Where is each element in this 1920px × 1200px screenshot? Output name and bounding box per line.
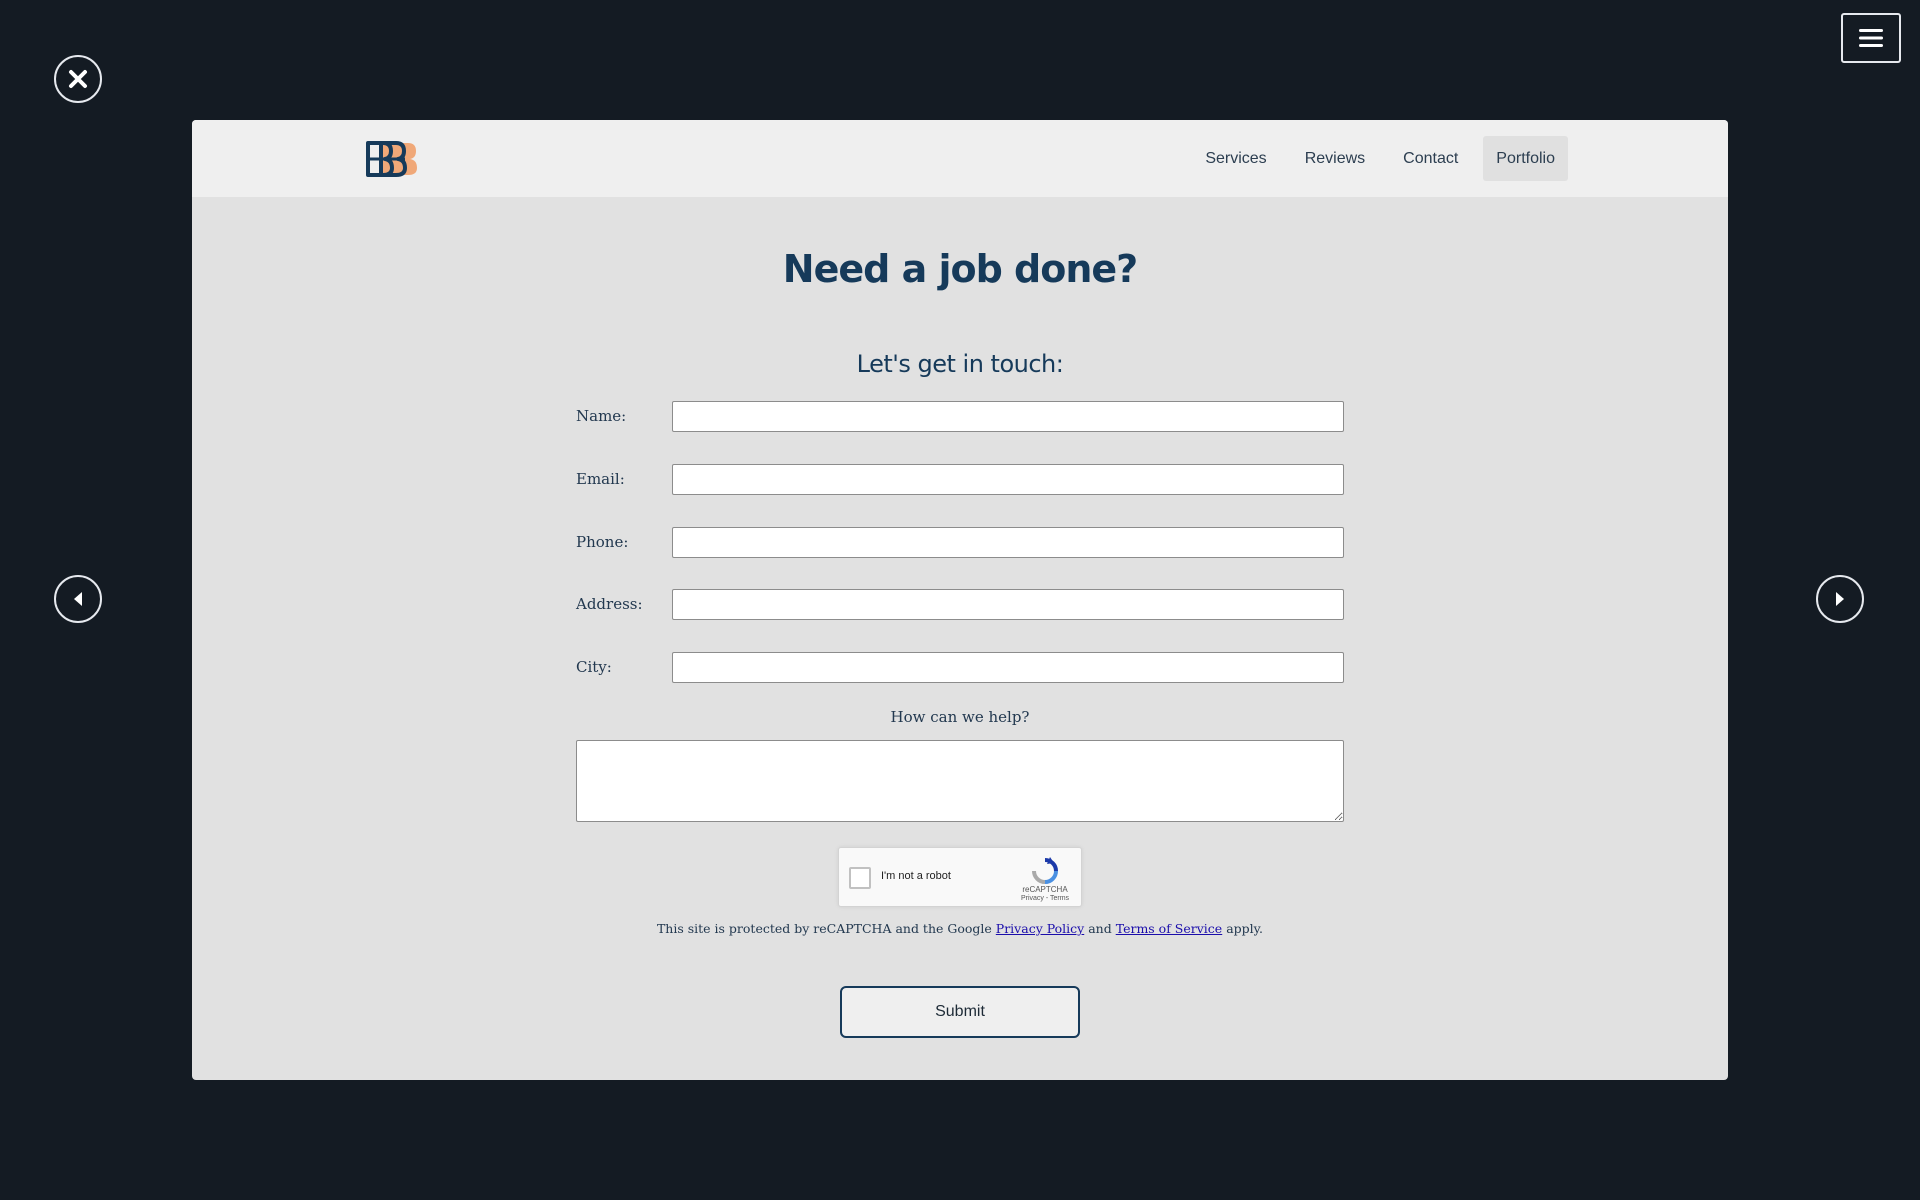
form-subtitle: Let's get in touch: [856, 350, 1064, 378]
site-logo[interactable] [366, 139, 418, 183]
phone-input[interactable] [672, 527, 1344, 558]
bb-logo-icon [366, 141, 417, 177]
recaptcha-label: I'm not a robot [881, 870, 951, 882]
previous-slide-button[interactable] [54, 575, 102, 623]
close-icon [69, 70, 87, 88]
address-input[interactable] [672, 589, 1344, 620]
close-button[interactable] [54, 55, 102, 103]
phone-label: Phone: [576, 533, 629, 551]
recaptcha-widget: I'm not a robot reCAPTCHA Privacy - Term… [838, 847, 1082, 907]
page-title: Need a job done? [782, 247, 1138, 291]
menu-button[interactable] [1841, 13, 1901, 63]
lightbox-page-preview: Services Reviews Contact Portfolio Need … [192, 120, 1728, 1080]
recaptcha-brand-text: reCAPTCHA [1022, 885, 1068, 894]
message-label: How can we help? [890, 708, 1030, 726]
recaptcha-notice-prefix: This site is protected by reCAPTCHA and … [656, 921, 992, 936]
nav-menu: Services Reviews Contact Portfolio [1180, 136, 1568, 181]
recaptcha-checkbox[interactable] [849, 867, 871, 889]
privacy-policy-link[interactable]: Privacy Policy [996, 921, 1084, 936]
nav-item-portfolio[interactable]: Portfolio [1483, 136, 1568, 181]
nav-item-contact[interactable]: Contact [1390, 136, 1471, 181]
name-label: Name: [576, 407, 627, 425]
name-input[interactable] [672, 401, 1344, 432]
next-slide-button[interactable] [1816, 575, 1864, 623]
city-label: City: [576, 658, 612, 676]
arrow-left-icon [74, 592, 82, 606]
nav-item-reviews[interactable]: Reviews [1292, 136, 1378, 181]
address-label: Address: [576, 595, 643, 613]
message-textarea[interactable] [576, 740, 1344, 822]
recaptcha-logo-icon [1032, 857, 1058, 884]
site-navbar: Services Reviews Contact Portfolio [192, 120, 1728, 197]
recaptcha-notice-suffix: apply. [1226, 921, 1264, 936]
submit-button[interactable]: Submit [840, 986, 1080, 1038]
email-label: Email: [576, 470, 625, 488]
hamburger-menu-icon [1859, 29, 1883, 47]
arrow-right-icon [1836, 592, 1844, 606]
city-input[interactable] [672, 652, 1344, 683]
terms-of-service-link[interactable]: Terms of Service [1116, 921, 1223, 936]
recaptcha-notice: This site is protected by reCAPTCHA and … [192, 921, 1728, 936]
email-input[interactable] [672, 464, 1344, 495]
recaptcha-notice-and: and [1088, 921, 1112, 936]
recaptcha-privacy-terms[interactable]: Privacy - Terms [1015, 895, 1075, 902]
nav-item-services[interactable]: Services [1192, 136, 1279, 181]
